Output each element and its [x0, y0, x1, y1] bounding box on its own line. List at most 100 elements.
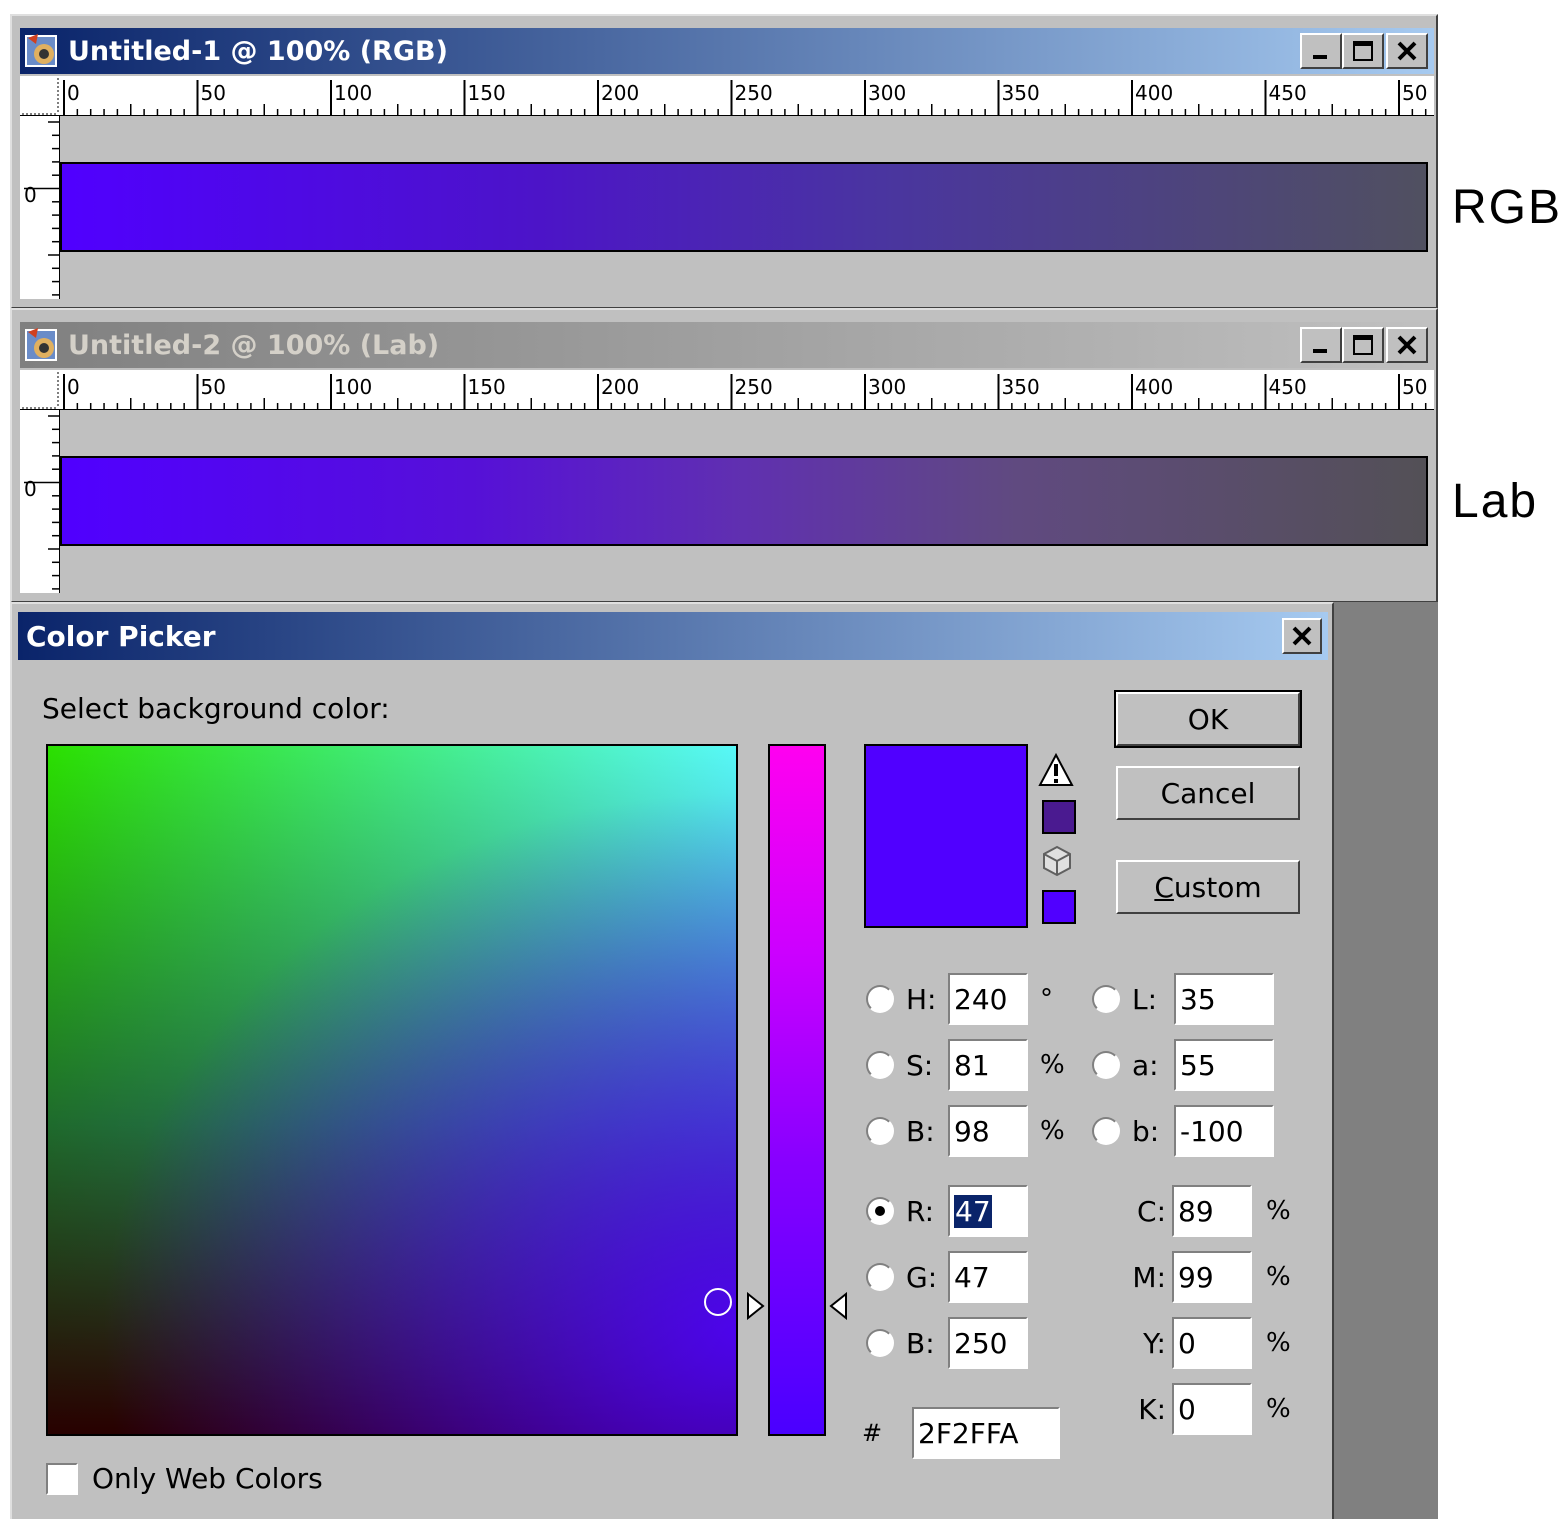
magenta-input[interactable]: 99	[1172, 1251, 1252, 1303]
ruler-tick-label: 0	[67, 81, 80, 105]
ruler-tick-label: 100	[334, 375, 372, 399]
close-button[interactable]	[1386, 33, 1428, 69]
magenta-row: M: 99 %	[1122, 1250, 1291, 1304]
percent-unit: %	[1266, 1394, 1291, 1424]
b-channel-label: b:	[1132, 1114, 1160, 1148]
minimize-button[interactable]	[1300, 33, 1342, 69]
ruler-tick-label: 100	[334, 81, 372, 105]
yellow-input[interactable]: 0	[1172, 1317, 1252, 1369]
green-radio[interactable]	[866, 1263, 894, 1291]
red-radio[interactable]	[866, 1197, 894, 1225]
vertical-ruler: 0	[20, 116, 60, 299]
current-color-swatch	[864, 744, 1028, 928]
gamut-warning-icon[interactable]	[1038, 752, 1074, 788]
blue-input[interactable]: 250	[948, 1317, 1028, 1369]
blue-radio[interactable]	[866, 1329, 894, 1357]
lightness-input[interactable]: 35	[1174, 973, 1274, 1025]
ruler-tick-label: 350	[1002, 375, 1040, 399]
a-channel-label: a:	[1132, 1048, 1159, 1082]
ruler-tick-label: 300	[868, 81, 906, 105]
hue-radio[interactable]	[866, 985, 894, 1013]
yellow-row: Y: 0 %	[1122, 1316, 1291, 1370]
horizontal-ruler: 0 50 100 150 200 250 300 350 400 450 50	[20, 76, 1434, 116]
maximize-icon	[1353, 335, 1373, 355]
window-titlebar[interactable]: Untitled-2 @ 100% (Lab)	[20, 322, 1434, 368]
close-button[interactable]	[1386, 327, 1428, 363]
a-channel-radio[interactable]	[1092, 1051, 1120, 1079]
percent-unit: %	[1266, 1262, 1291, 1292]
minimize-icon	[1313, 349, 1327, 353]
close-icon	[1397, 335, 1417, 355]
ruler-tick-label: 150	[468, 81, 506, 105]
ruler-tick-label: 150	[468, 375, 506, 399]
ok-button[interactable]: OK	[1114, 690, 1302, 748]
document-canvas[interactable]	[60, 116, 1434, 299]
cancel-button[interactable]: Cancel	[1116, 766, 1300, 820]
percent-unit: %	[1040, 1050, 1065, 1080]
dialog-close-button[interactable]	[1282, 618, 1322, 654]
hex-row: # 2F2FFA	[862, 1406, 1060, 1460]
document-canvas[interactable]	[60, 410, 1434, 593]
hex-input[interactable]: 2F2FFA	[912, 1407, 1060, 1459]
brightness-radio[interactable]	[866, 1117, 894, 1145]
color-field-marker[interactable]	[704, 1288, 732, 1316]
ruler-tick-label: 50	[201, 81, 226, 105]
magenta-label: M:	[1132, 1260, 1166, 1294]
slider-right-arrow-icon[interactable]	[828, 1291, 848, 1327]
maximize-button[interactable]	[1342, 327, 1384, 363]
custom-button[interactable]: Custom	[1116, 860, 1300, 914]
custom-underline: C	[1154, 870, 1174, 904]
web-safe-cube-icon[interactable]	[1040, 844, 1074, 878]
ruler-tick-label: 0	[24, 477, 37, 501]
gamut-warning-swatch[interactable]	[1042, 800, 1076, 834]
photoshop-app-icon	[24, 326, 62, 364]
rgb-side-label: RGB	[1452, 181, 1563, 234]
document-window-lab: Untitled-2 @ 100% (Lab) 0 50 100 150 200 250 3…	[10, 308, 1438, 603]
document-window-rgb: Untitled-1 @ 100% (RGB) 0 50 100 150 200 250 3…	[10, 14, 1438, 309]
lightness-label: L:	[1132, 982, 1158, 1016]
dialog-titlebar[interactable]: Color Picker	[18, 612, 1328, 660]
percent-unit: %	[1266, 1196, 1291, 1226]
maximize-button[interactable]	[1342, 33, 1384, 69]
red-label: R:	[906, 1194, 935, 1228]
hue-row: H: 240 °	[866, 972, 1053, 1026]
black-input[interactable]: 0	[1172, 1383, 1252, 1435]
ruler-tick-label: 200	[601, 375, 639, 399]
black-label: K:	[1138, 1392, 1166, 1426]
cyan-input[interactable]: 89	[1172, 1185, 1252, 1237]
lab-side-label: Lab	[1452, 475, 1539, 528]
window-title: Untitled-1 @ 100% (RGB)	[68, 35, 448, 67]
slider-left-arrow-icon[interactable]	[746, 1291, 766, 1327]
ruler-tick-label: 0	[24, 183, 37, 207]
cyan-label: C:	[1137, 1194, 1166, 1228]
ruler-tick-label: 0	[67, 375, 80, 399]
saturation-input[interactable]: 81	[948, 1039, 1028, 1091]
ruler-tick-label: 400	[1135, 81, 1173, 105]
b-channel-radio[interactable]	[1092, 1117, 1120, 1145]
ruler-tick-label: 50	[1402, 375, 1427, 399]
hex-label: #	[862, 1419, 883, 1447]
saturation-radio[interactable]	[866, 1051, 894, 1079]
ruler-tick-label: 300	[868, 375, 906, 399]
minimize-button[interactable]	[1300, 327, 1342, 363]
b-channel-input[interactable]: -100	[1174, 1105, 1274, 1157]
maximize-icon	[1353, 41, 1373, 61]
only-web-colors-row[interactable]: Only Web Colors	[46, 1462, 323, 1495]
green-input[interactable]: 47	[948, 1251, 1028, 1303]
hue-input[interactable]: 240	[948, 973, 1028, 1025]
ruler-tick-label: 200	[601, 81, 639, 105]
percent-unit: %	[1266, 1328, 1291, 1358]
only-web-colors-checkbox[interactable]	[46, 1462, 78, 1495]
lightness-radio[interactable]	[1092, 985, 1120, 1013]
rgb-gradient-bar	[60, 162, 1428, 252]
color-slider[interactable]	[768, 744, 826, 1436]
ruler-tick-label: 250	[735, 375, 773, 399]
web-safe-swatch[interactable]	[1042, 890, 1076, 924]
color-field[interactable]	[46, 744, 738, 1436]
a-channel-input[interactable]: 55	[1174, 1039, 1274, 1091]
window-titlebar[interactable]: Untitled-1 @ 100% (RGB)	[20, 28, 1434, 74]
red-input[interactable]: 47	[948, 1185, 1028, 1237]
brightness-input[interactable]: 98	[948, 1105, 1028, 1157]
cyan-row: C: 89 %	[1122, 1184, 1291, 1238]
window-title: Untitled-2 @ 100% (Lab)	[68, 329, 440, 361]
